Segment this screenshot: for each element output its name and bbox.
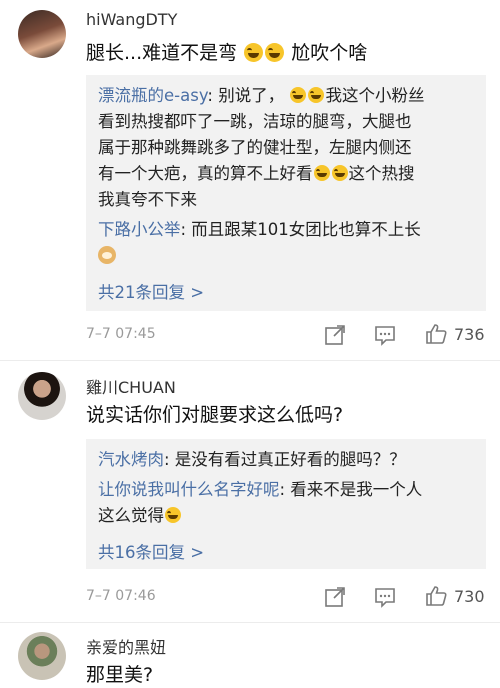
reply-username[interactable]: 漂流瓶的e-asy	[98, 86, 207, 105]
like-count: 730	[454, 587, 485, 606]
more-replies-link[interactable]: 共21条回复 >	[98, 279, 204, 303]
comment-time: 7–7 07:46	[86, 588, 156, 604]
avatar[interactable]	[18, 632, 66, 680]
reply-username[interactable]: 汽水烤肉	[98, 450, 164, 469]
reply-text-line	[98, 243, 116, 269]
share-icon[interactable]	[324, 586, 346, 612]
avatar[interactable]	[18, 372, 66, 420]
username[interactable]: hiWangDTY	[86, 10, 177, 29]
thumbs-up-icon[interactable]	[424, 322, 448, 350]
laugh-cry-emoji-icon	[313, 165, 330, 181]
reply-text-line: 看到热搜都吓了一跳，洁琼的腿弯，大腿也	[98, 112, 412, 131]
laugh-cry-emoji-icon	[308, 87, 325, 103]
avatar[interactable]	[18, 10, 66, 58]
reply-text-line: 这么觉得	[98, 503, 182, 529]
reply-username[interactable]: 让你说我叫什么名字好呢	[98, 480, 280, 499]
doge-emoji-icon	[98, 246, 116, 264]
like-count: 736	[454, 325, 485, 344]
reply-item[interactable]: 漂流瓶的e-asy: 别说了， 我这个小粉丝	[98, 83, 424, 109]
thumbs-up-icon[interactable]	[424, 584, 448, 612]
comment-text: 那里美?	[86, 664, 154, 686]
comment-icon[interactable]	[374, 324, 396, 350]
username[interactable]: 亲爱的黑妞	[86, 634, 166, 658]
laugh-cry-emoji-icon	[244, 43, 264, 62]
more-replies-link[interactable]: 共16条回复 >	[98, 539, 204, 563]
comment-time: 7–7 07:45	[86, 326, 156, 342]
reply-item[interactable]: 下路小公举: 而且跟某101女团比也算不上长	[98, 217, 421, 243]
reply-box[interactable]: 漂流瓶的e-asy: 别说了， 我这个小粉丝 看到热搜都吓了一跳，洁琼的腿弯，大…	[86, 75, 486, 311]
share-icon[interactable]	[324, 324, 346, 350]
comment-text: 说实话你们对腿要求这么低吗?	[86, 404, 344, 426]
comment-text: 腿长...难道不是弯 尬吹个啥	[86, 42, 368, 64]
laugh-cry-emoji-icon	[290, 87, 307, 103]
comment-item: 雞川CHUAN 说实话你们对腿要求这么低吗? 汽水烤肉: 是没有看过真正好看的腿…	[0, 360, 500, 622]
comment-item: hiWangDTY 腿长...难道不是弯 尬吹个啥 漂流瓶的e-asy: 别说了…	[0, 0, 500, 360]
comment-icon[interactable]	[374, 586, 396, 612]
reply-item[interactable]: 让你说我叫什么名字好呢: 看来不是我一个人	[98, 477, 422, 503]
reply-text-line: 属于那种跳舞跳多了的健壮型，左腿内侧还	[98, 138, 412, 157]
reply-username[interactable]: 下路小公举	[98, 220, 181, 239]
reply-item[interactable]: 汽水烤肉: 是没有看过真正好看的腿吗？？	[98, 447, 406, 473]
reply-text-line: 有一个大疤，真的算不上好看 这个热搜	[98, 164, 415, 183]
reply-text-line: 我真夸不下来	[98, 190, 197, 209]
username[interactable]: 雞川CHUAN	[86, 374, 176, 398]
laugh-cry-emoji-icon	[265, 43, 285, 62]
comment-item: 亲爱的黑妞 那里美?	[0, 622, 500, 688]
laugh-cry-emoji-icon	[331, 165, 348, 181]
laugh-cry-emoji-icon	[165, 507, 181, 523]
reply-box[interactable]: 汽水烤肉: 是没有看过真正好看的腿吗？？ 让你说我叫什么名字好呢: 看来不是我一…	[86, 439, 486, 569]
